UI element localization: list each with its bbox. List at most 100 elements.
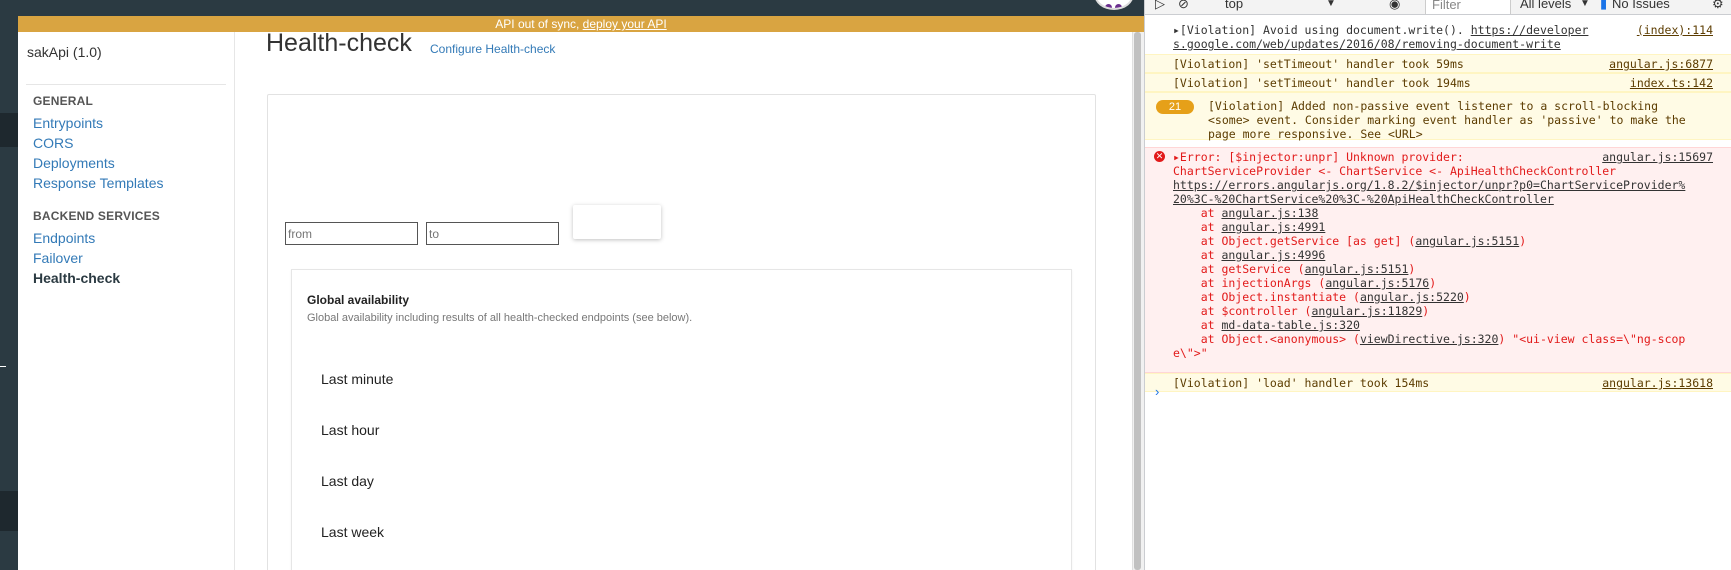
stack-frame: ) [1519,234,1527,248]
message-text: [Violation] Added non-passive event list… [1208,99,1659,113]
to-date-input[interactable] [426,222,559,245]
divider [26,84,226,85]
stack-frame: ) [1408,262,1416,276]
stack-link[interactable]: angular.js:4996 [1221,248,1325,262]
page-title: Health-check [266,29,412,57]
message-source[interactable]: angular.js:15697 [1602,150,1713,164]
sidebar-item-cors[interactable]: CORS [33,135,73,151]
stack-frame: at [1173,318,1222,332]
eye-icon[interactable]: ◉ [1389,0,1400,12]
stack-link[interactable]: angular.js:5151 [1415,234,1519,248]
avatar-dot [1115,4,1122,8]
console-message: ▸[Violation] Avoid using document.write(… [1145,23,1731,53]
api-name: sakApi (1.0) [27,44,102,60]
stack-link[interactable]: angular.js:4991 [1221,220,1325,234]
message-source[interactable]: index.ts:142 [1630,76,1713,90]
message-text: [Violation] 'setTimeout' handler took 59… [1173,57,1464,71]
sidebar-toggle-icon[interactable]: ▷ [1155,0,1165,12]
strip-tick [0,366,6,367]
console-messages: ▸[Violation] Avoid using document.write(… [1145,15,1731,570]
sidebar-item-deployments[interactable]: Deployments [33,155,115,171]
error-text[interactable]: ▸Error: [$injector:unpr] Unknown provide… [1173,150,1464,164]
stack-link[interactable]: viewDirective.js:320 [1360,332,1498,346]
stack-link[interactable]: angular.js:11829 [1311,304,1422,318]
message-link[interactable]: s.google.com/web/updates/2016/08/removin… [1173,37,1561,51]
stack-link[interactable]: angular.js:5176 [1325,276,1429,290]
stack-link[interactable]: md-data-table.js:320 [1221,318,1359,332]
console-warning: [Violation] 'setTimeout' handler took 19… [1145,73,1731,92]
message-text: <some> event. Consider marking event han… [1208,113,1686,127]
period-last-minute: Last minute [321,371,394,387]
stack-frame: at [1173,206,1222,220]
period-last-week: Last week [321,524,385,540]
message-text: [Violation] 'load' handler took 154ms [1173,376,1430,390]
avatar[interactable] [1094,0,1134,10]
error-icon: ✕ [1154,151,1165,162]
section-title-general: GENERAL [33,94,94,108]
sync-warning-banner: API out of sync, deploy your API [18,16,1144,32]
stack-frame: at $controller ( [1173,304,1312,318]
console-warning-group: [Violation] Added non-passive event list… [1145,92,1731,141]
sidebar-item-health-check[interactable]: Health-check [33,270,120,286]
app-header [18,0,1144,16]
sidebar-item-failover[interactable]: Failover [33,250,83,266]
stack-link[interactable]: angular.js:5220 [1360,290,1464,304]
chevron-down-icon[interactable]: ▼ [1580,0,1590,9]
console-prompt-icon[interactable]: › [1155,384,1159,399]
strip-block [0,491,18,531]
issues-count[interactable]: No Issues [1612,0,1670,11]
console-warning: [Violation] 'setTimeout' handler took 59… [1145,54,1731,73]
sidebar-item-response-templates[interactable]: Response Templates [33,175,163,191]
stack-frame: at Object.getService [as get] ( [1173,234,1416,248]
error-link[interactable]: 20%3C-%20ChartService%20%3C-%20ApiHealth… [1173,192,1554,206]
from-date-input[interactable] [285,222,418,245]
stack-frame: ) [1463,290,1471,304]
api-sidebar: sakApi (1.0) GENERAL Entrypoints CORS De… [18,32,235,570]
stack-frame: at [1173,248,1222,262]
stack-frame: e\">" [1173,346,1208,360]
console-filter-input[interactable]: Filter [1425,0,1511,14]
stack-link[interactable]: angular.js:5151 [1305,262,1409,276]
chevron-down-icon[interactable]: ▼ [1326,0,1336,9]
console-warning: [Violation] 'load' handler took 154ms ang… [1145,373,1731,392]
stack-frame: at getService ( [1173,262,1305,276]
clear-console-icon[interactable]: ⊘ [1178,0,1189,12]
date-apply-button[interactable] [573,205,661,239]
stack-frame: at Object.instantiate ( [1173,290,1360,304]
stack-frame: ) [1429,276,1437,290]
message-text: ▸[Violation] Avoid using document.write(… [1173,23,1471,37]
message-source[interactable]: (index):114 [1637,23,1713,37]
context-select[interactable]: top [1225,0,1243,11]
repeat-count-badge: 21 [1156,100,1194,114]
stack-frame: at injectionArgs ( [1173,276,1326,290]
gear-icon[interactable]: ⚙ [1712,0,1724,12]
error-text: ChartServiceProvider <- ChartService <- … [1173,164,1617,178]
screen: API out of sync, deploy your API sakApi … [0,0,1731,570]
sidebar-item-endpoints[interactable]: Endpoints [33,230,95,246]
message-source[interactable]: angular.js:6877 [1609,57,1713,71]
message-text: [Violation] 'setTimeout' handler took 19… [1173,76,1471,90]
period-last-hour: Last hour [321,422,380,438]
log-levels-select[interactable]: All levels [1520,0,1571,11]
console-error: ▸Error: [$injector:unpr] Unknown provide… [1145,147,1731,373]
stack-link[interactable]: angular.js:138 [1221,206,1318,220]
global-availability-card: Global availability Global availability … [291,269,1072,570]
os-left-strip [0,0,18,570]
deploy-api-link[interactable]: deploy your API [583,17,667,31]
error-link[interactable]: https://errors.angularjs.org/1.8.2/$inje… [1173,178,1685,192]
message-source[interactable]: angular.js:13618 [1602,376,1713,390]
avatar-dot [1105,4,1112,8]
configure-health-check-link[interactable]: Configure Health-check [430,42,555,56]
stack-frame: at Object.<anonymous> ( [1173,332,1360,346]
strip-block [0,113,18,147]
period-last-day: Last day [321,473,374,489]
section-title-backend: BACKEND SERVICES [33,209,161,223]
availability-title: Global availability [307,293,410,307]
devtools-console: ▷ ⊘ top ▼ ◉ Filter All levels ▼ ▮ No Iss… [1144,0,1731,570]
main-content: Health-check Configure Health-check Glob… [236,29,1132,570]
message-link[interactable]: https://developer [1471,23,1589,37]
scrollbar-thumb[interactable] [1134,32,1141,570]
stack-frame: at [1173,220,1222,234]
message-text: page more responsive. See <URL> [1208,127,1423,141]
sidebar-item-entrypoints[interactable]: Entrypoints [33,115,103,131]
